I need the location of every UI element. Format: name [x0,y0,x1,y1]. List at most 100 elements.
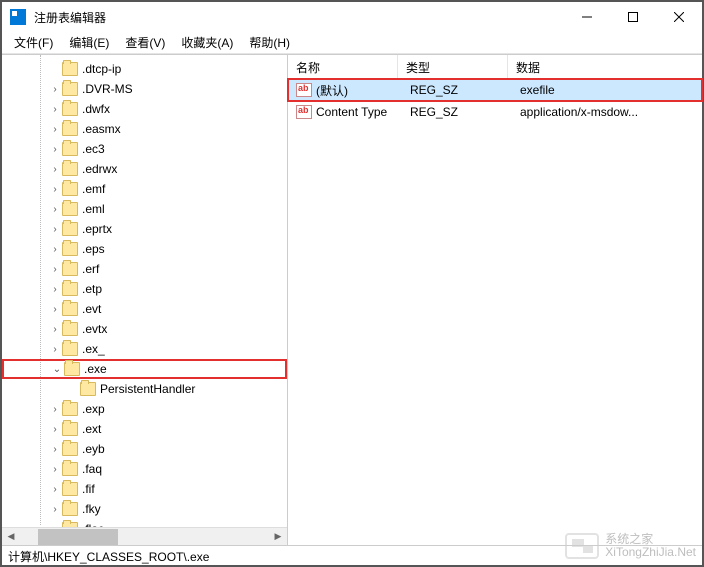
tree-item[interactable]: › .etp [2,279,287,299]
statusbar: 计算机\HKEY_CLASSES_ROOT\.exe [2,545,702,565]
list-header: 名称 类型 数据 [288,55,702,79]
tree-item-label: .easmx [82,122,121,136]
cell-type: REG_SZ [402,83,512,97]
tree-item[interactable]: › .exp [2,399,287,419]
folder-icon [62,122,78,136]
list-body[interactable]: (默认)REG_SZexefileContent TypeREG_SZappli… [288,79,702,123]
chevron-right-icon[interactable]: › [48,224,62,235]
column-name[interactable]: 名称 [288,55,398,78]
list-row[interactable]: Content TypeREG_SZapplication/x-msdow... [288,101,702,123]
chevron-right-icon[interactable]: › [48,484,62,495]
folder-icon [62,202,78,216]
chevron-down-icon[interactable]: ⌄ [50,364,64,375]
tree-item[interactable]: ›.fif [2,479,287,499]
tree-item[interactable]: › .easmx [2,119,287,139]
folder-icon [62,302,78,316]
scroll-left-icon[interactable]: ◀ [2,528,20,545]
regedit-icon [10,9,26,25]
tree-item-label: .evt [82,302,101,316]
tree-item[interactable]: ›.DVR-MS [2,79,287,99]
tree-item[interactable]: ›.emf [2,179,287,199]
tree-item[interactable]: › .evt [2,299,287,319]
folder-icon [62,182,78,196]
tree-item-label: PersistentHandler [100,382,195,396]
chevron-right-icon[interactable]: › [48,284,62,295]
chevron-right-icon[interactable]: › [48,84,62,95]
tree-item[interactable]: › .ext [2,419,287,439]
tree-item-label: .ext [82,422,101,436]
folder-icon [62,62,78,76]
status-path: 计算机\HKEY_CLASSES_ROOT\.exe [8,550,209,564]
tree-item[interactable]: ›.flac [2,519,287,527]
tree-item-label: .faq [82,462,102,476]
string-value-icon [296,83,312,97]
tree-item-label: .eps [82,242,105,256]
tree-item[interactable]: › .faq [2,459,287,479]
tree-item[interactable]: › .edrwx [2,159,287,179]
tree-scrollbar-horizontal[interactable]: ◀ ▶ [2,527,287,545]
menu-favorites[interactable]: 收藏夹(A) [173,32,241,53]
tree-item[interactable]: › .evtx [2,319,287,339]
window-title: 注册表编辑器 [34,9,564,26]
maximize-button[interactable] [610,2,656,32]
tree-item[interactable]: › .eps [2,239,287,259]
tree-item[interactable]: › .eml [2,199,287,219]
column-type[interactable]: 类型 [398,55,508,78]
tree-item-label: .exe [84,362,107,376]
chevron-right-icon[interactable]: › [48,304,62,315]
chevron-right-icon[interactable]: › [48,464,62,475]
scroll-thumb[interactable] [38,529,118,545]
folder-icon [62,242,78,256]
folder-icon [62,482,78,496]
tree-item[interactable]: ›.eyb [2,439,287,459]
tree-item-label: .evtx [82,322,107,336]
list-row[interactable]: (默认)REG_SZexefile [288,79,702,101]
chevron-right-icon[interactable]: › [48,404,62,415]
folder-icon [62,222,78,236]
tree-item[interactable]: › .dwfx [2,99,287,119]
menu-help[interactable]: 帮助(H) [241,32,298,53]
chevron-right-icon[interactable]: › [48,444,62,455]
tree-item[interactable]: ⌄ .exe [2,359,287,379]
tree-item-label: .etp [82,282,102,296]
column-data[interactable]: 数据 [508,55,702,78]
chevron-right-icon[interactable]: › [48,104,62,115]
tree-item-label: .edrwx [82,162,117,176]
tree-view[interactable]: .dtcp-ip›.DVR-MS›.dwfx›.easmx›.ec3›.edrw… [2,55,287,527]
minimize-button[interactable] [564,2,610,32]
tree-item[interactable]: ›.ex_ [2,339,287,359]
menu-edit[interactable]: 编辑(E) [61,32,117,53]
tree-item[interactable]: ›.fky [2,499,287,519]
tree-item[interactable]: ›.erf [2,259,287,279]
chevron-right-icon[interactable]: › [48,504,62,515]
folder-icon [62,82,78,96]
chevron-right-icon[interactable]: › [48,424,62,435]
chevron-right-icon[interactable]: › [48,124,62,135]
folder-icon [62,422,78,436]
chevron-right-icon[interactable]: › [48,244,62,255]
menu-view[interactable]: 查看(V) [117,32,173,53]
tree-item[interactable]: ›.eprtx [2,219,287,239]
cell-type: REG_SZ [402,105,512,119]
tree-item-label: .dwfx [82,102,110,116]
close-button[interactable] [656,2,702,32]
menubar: 文件(F) 编辑(E) 查看(V) 收藏夹(A) 帮助(H) [2,32,702,54]
scroll-right-icon[interactable]: ▶ [269,528,287,545]
tree-item[interactable]: .dtcp-ip [2,59,287,79]
chevron-right-icon[interactable]: › [48,324,62,335]
chevron-right-icon[interactable]: › [48,204,62,215]
chevron-right-icon[interactable]: › [48,164,62,175]
tree-item[interactable]: › .ec3 [2,139,287,159]
chevron-right-icon[interactable]: › [48,264,62,275]
tree-item-label: .eml [82,202,105,216]
folder-icon [62,462,78,476]
chevron-right-icon[interactable]: › [48,184,62,195]
tree-item[interactable]: PersistentHandler [2,379,287,399]
tree-item-label: .exp [82,402,105,416]
folder-icon [62,402,78,416]
chevron-right-icon[interactable]: › [48,144,62,155]
menu-file[interactable]: 文件(F) [6,32,61,53]
tree-item-label: .ec3 [82,142,105,156]
chevron-right-icon[interactable]: › [48,344,62,355]
folder-icon [62,102,78,116]
